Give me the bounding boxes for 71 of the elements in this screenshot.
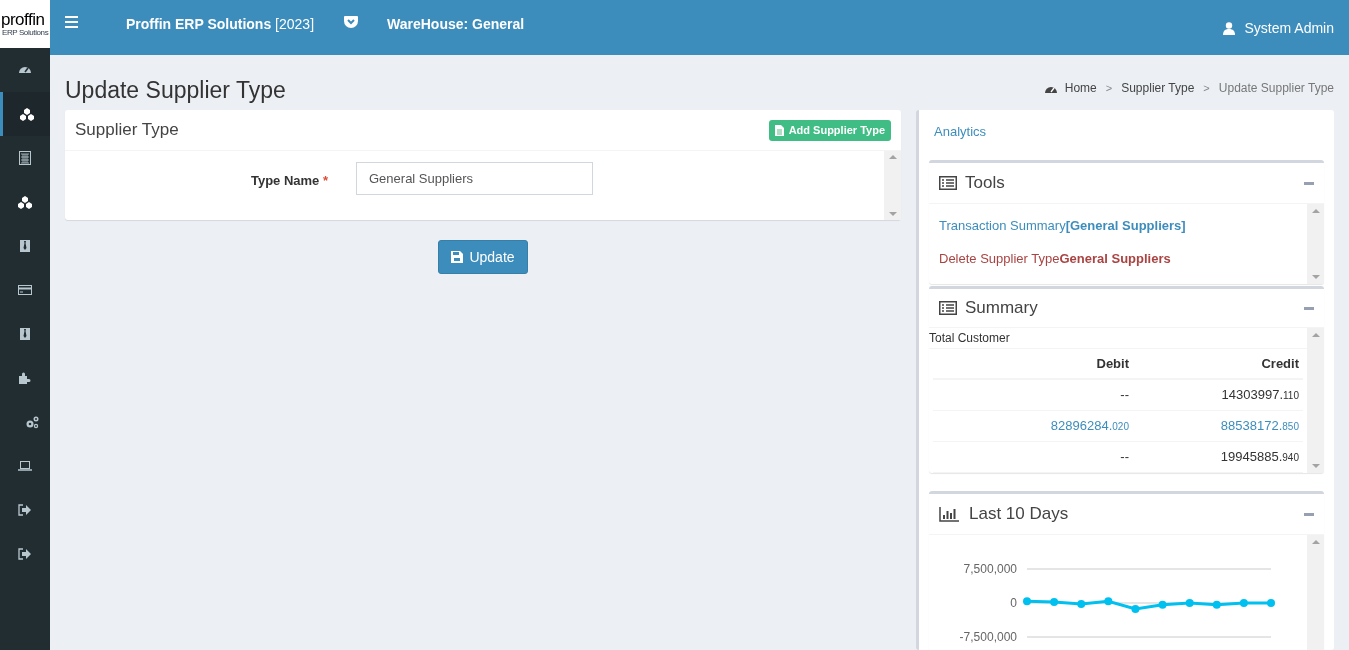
data-point[interactable] bbox=[1239, 599, 1248, 607]
breadcrumb-separator: > bbox=[1202, 80, 1211, 96]
axis-label: -7,500,000 bbox=[959, 630, 1017, 644]
collapse-button[interactable] bbox=[1304, 512, 1314, 516]
app-title: Proffin ERP Solutions [2023] bbox=[126, 15, 315, 34]
box-title: Summary bbox=[965, 297, 1038, 320]
cubes-icon bbox=[18, 195, 32, 209]
collapse-button[interactable] bbox=[1304, 181, 1314, 185]
scrollbar[interactable] bbox=[1307, 204, 1324, 284]
warehouse-label[interactable]: WareHouse: General bbox=[387, 14, 525, 35]
scrollbar[interactable] bbox=[1307, 328, 1324, 473]
sign-out-icon bbox=[18, 503, 32, 517]
table-cell-text: 14303997.110 bbox=[1220, 386, 1300, 405]
analytics-title[interactable]: Analytics bbox=[929, 110, 1324, 160]
type-name-input[interactable]: General Suppliers bbox=[356, 162, 593, 195]
table-cell-text: 19945885.940 bbox=[1219, 448, 1300, 467]
tie-icon bbox=[18, 327, 32, 341]
puzzle-icon bbox=[18, 371, 32, 385]
sign-out-icon bbox=[18, 547, 32, 561]
laptop-icon bbox=[18, 459, 32, 473]
pocket-icon[interactable] bbox=[344, 16, 359, 29]
box-title: Last 10 Days bbox=[969, 503, 1069, 526]
data-point[interactable] bbox=[1077, 599, 1086, 608]
collapse-button[interactable] bbox=[1304, 306, 1314, 310]
column-header: Credit bbox=[1260, 354, 1300, 373]
scrollbar[interactable] bbox=[884, 151, 901, 220]
update-button[interactable]: Update bbox=[438, 240, 528, 274]
data-point[interactable] bbox=[1158, 600, 1167, 609]
logo[interactable]: proffin ERP Solutions bbox=[0, 0, 50, 48]
breadcrumb-current: Update Supplier Type bbox=[1218, 79, 1334, 97]
add-supplier-type-button[interactable]: Add Supplier Type bbox=[768, 119, 891, 141]
sidebar-item[interactable] bbox=[0, 92, 50, 136]
table-cell-text: -- bbox=[1119, 386, 1130, 405]
data-point[interactable] bbox=[1023, 597, 1031, 606]
data-point[interactable] bbox=[1212, 600, 1221, 609]
calculator-icon bbox=[18, 151, 32, 165]
data-point[interactable] bbox=[1185, 599, 1194, 607]
column-header: Debit bbox=[1095, 354, 1130, 373]
menu-icon[interactable] bbox=[65, 16, 78, 28]
breadcrumb-link[interactable]: Supplier Type bbox=[1121, 78, 1195, 97]
box-title: Tools bbox=[965, 172, 1005, 195]
breadcrumb-link[interactable]: Home bbox=[1064, 78, 1097, 97]
table-caption: Total Customer bbox=[929, 328, 1307, 349]
data-point[interactable] bbox=[1267, 599, 1275, 607]
axis-label: 7,500,000 bbox=[963, 562, 1017, 576]
user-name[interactable]: System Admin bbox=[1244, 18, 1334, 39]
breadcrumb-separator: > bbox=[1104, 80, 1114, 96]
credit-card-icon bbox=[18, 283, 32, 297]
delete-supplier-type-link[interactable]: Delete Supplier TypeGeneral Suppliers bbox=[939, 248, 1307, 268]
cubes-icon bbox=[19, 107, 34, 121]
data-point[interactable] bbox=[1104, 597, 1113, 606]
tie-icon bbox=[18, 239, 32, 253]
table-cell[interactable]: 88538172.850 bbox=[1133, 416, 1303, 436]
axis-label: 0 bbox=[1010, 596, 1017, 610]
type-name-label: Type Name * bbox=[249, 172, 328, 190]
table-cell-text: -- bbox=[1119, 448, 1130, 467]
card-title: Supplier Type bbox=[75, 119, 179, 142]
save-icon bbox=[451, 251, 464, 263]
list-icon bbox=[939, 176, 957, 190]
user-icon[interactable] bbox=[1222, 22, 1235, 35]
file-icon bbox=[774, 124, 784, 136]
logo-subtext: ERP Solutions bbox=[1, 28, 49, 37]
transaction-summary-link[interactable]: Transaction Summary[General Suppliers] bbox=[939, 216, 1307, 236]
page-title: Update Supplier Type bbox=[65, 75, 286, 105]
data-point[interactable] bbox=[1050, 598, 1059, 607]
table-cell[interactable]: 82896284.020 bbox=[963, 416, 1133, 436]
scrollbar[interactable] bbox=[1307, 535, 1324, 650]
data-point[interactable] bbox=[1131, 604, 1140, 613]
gears-icon bbox=[25, 415, 39, 429]
list-icon bbox=[939, 301, 957, 315]
bar-chart-icon bbox=[939, 506, 959, 522]
